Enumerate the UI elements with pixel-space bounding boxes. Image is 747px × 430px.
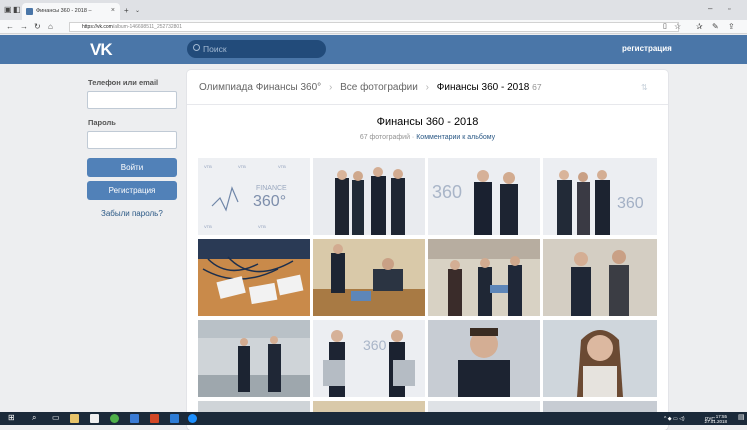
favorite-star-icon[interactable]: ☆ [674,22,681,32]
forgot-password-link[interactable]: Забыли пароль? [101,209,163,218]
card-divider [187,104,668,105]
refresh-icon[interactable]: ↻ [34,22,41,32]
breadcrumb-separator-icon: › [425,82,429,93]
name-badges-image [198,239,310,316]
password-label: Пароль [88,118,116,127]
search-taskbar-icon[interactable]: ⌕ [32,413,36,423]
svg-text:VTB: VTB [278,164,286,169]
album-photo[interactable] [198,401,310,412]
album-photo[interactable] [313,401,425,412]
two-students-image: 360 [428,158,540,235]
reading-view-icon[interactable]: ▯ [663,22,667,32]
svg-text:360: 360 [432,182,462,202]
album-photo[interactable] [543,320,657,397]
window-icon[interactable]: ▣ [4,5,12,15]
start-icon[interactable]: ⊞ [8,413,15,423]
clock-date: 27.01.2018 [704,419,727,424]
tab-title: Финансы 360 - 2018 – [36,8,92,14]
registration-desk-image [313,239,425,316]
minimize-icon[interactable]: – [708,4,712,14]
breadcrumb-count: 67 [532,82,542,92]
breadcrumb-current: Финансы 360 - 2018 [436,82,530,93]
store-icon[interactable] [90,414,99,423]
album-photo[interactable] [428,320,540,397]
svg-text:VTB: VTB [258,224,266,229]
album-photo[interactable]: 360 [313,320,425,397]
hallway-group-image [428,239,540,316]
new-tab-icon[interactable]: + [124,6,129,16]
breadcrumb-separator-icon: › [328,82,333,93]
album-photo[interactable]: VTB VTB VTB VTB VTB FINANCE 360° [198,158,310,235]
album-title: Финансы 360 - 2018 [376,116,479,128]
hall-entrance-image [198,320,310,397]
notifications-icon[interactable]: ▤ [738,413,745,423]
album-photo[interactable] [313,239,425,316]
album-photo[interactable]: 360 [543,158,657,235]
album-photo[interactable] [543,401,657,412]
url-path: /album-146698511_252732801 [112,24,182,30]
album-meta: 67 фотографий · Комментарии к альбому [359,134,496,141]
task-view-icon[interactable]: ▭ [52,413,60,423]
students-talking-image [543,239,657,316]
mail-icon[interactable] [130,414,139,423]
breadcrumb-group-link[interactable]: Олимпиада Финансы 360° [199,82,321,93]
browser-tab[interactable]: Финансы 360 - 2018 – × [22,3,120,20]
chrome-icon[interactable] [110,414,119,423]
forward-icon[interactable]: → [20,22,28,32]
back-icon[interactable]: ← [6,22,14,32]
phone-label: Телефон или email [88,78,159,87]
breadcrumb: Олимпиада Финансы 360° › Все фотографии … [199,82,542,93]
group-photo-image [313,158,425,235]
explorer-icon[interactable] [70,414,79,423]
album-comments-link[interactable]: Комментарии к альбому [416,134,495,141]
url-field[interactable]: https://vk.com/album-146698511_252732801 [69,22,679,32]
breadcrumb-all-photos-link[interactable]: Все фотографии [340,82,418,93]
url-host: https://vk.com [82,24,113,30]
sort-icon[interactable]: ⇅ [641,83,648,92]
register-button[interactable]: Регистрация [87,181,177,200]
album-photo[interactable] [428,239,540,316]
clock[interactable]: 17:55 27.01.2018 [704,414,727,424]
svg-text:VTB: VTB [204,224,212,229]
password-field[interactable] [87,131,177,149]
search-placeholder: Поиск [203,44,227,54]
share-icon[interactable]: ⇪ [728,22,735,32]
svg-text:360°: 360° [253,193,286,210]
vk-favicon-icon [26,8,33,15]
album-photo[interactable] [428,401,540,412]
svg-text:VTB: VTB [238,164,246,169]
album-photo[interactable] [543,239,657,316]
search-icon [193,44,200,51]
home-icon[interactable]: ⌂ [48,22,53,32]
svg-text:FINANCE: FINANCE [256,185,287,192]
login-button[interactable]: Войти [87,158,177,177]
search-input[interactable]: Поиск [187,40,326,58]
telegram-icon[interactable] [170,414,179,423]
tabs-aside-icon[interactable]: ◧ [13,5,21,15]
tray-icons[interactable]: ^ ◆ ▭ ◁) [664,414,685,424]
pen-icon[interactable]: ✎ [712,22,719,32]
student-portrait-image [428,320,540,397]
favorites-hub-icon[interactable]: ✰ [696,22,703,32]
tab-list-icon[interactable]: ⌄ [135,6,140,16]
svg-text:VTB: VTB [204,164,212,169]
svg-text:360: 360 [363,337,387,353]
group-banner-image: 360 [543,158,657,235]
close-tab-icon[interactable]: × [111,7,115,14]
maximize-icon[interactable]: ▫ [728,5,730,15]
svg-text:360: 360 [617,195,644,212]
phone-email-field[interactable] [87,91,177,109]
album-photo[interactable]: 360 [428,158,540,235]
office-icon[interactable] [150,414,159,423]
finance-360-banner-image: VTB VTB VTB VTB VTB FINANCE 360° [198,158,310,235]
album-photo[interactable] [313,158,425,235]
edge-icon[interactable] [188,414,197,423]
photo-count: 67 фотографий [359,134,410,141]
girl-portrait-image [543,320,657,397]
shirts-handout-image: 360 [313,320,425,397]
header-signup-link[interactable]: регистрация [622,44,672,53]
album-photo[interactable] [198,320,310,397]
album-photo[interactable] [198,239,310,316]
vk-logo[interactable]: VK [90,40,113,60]
